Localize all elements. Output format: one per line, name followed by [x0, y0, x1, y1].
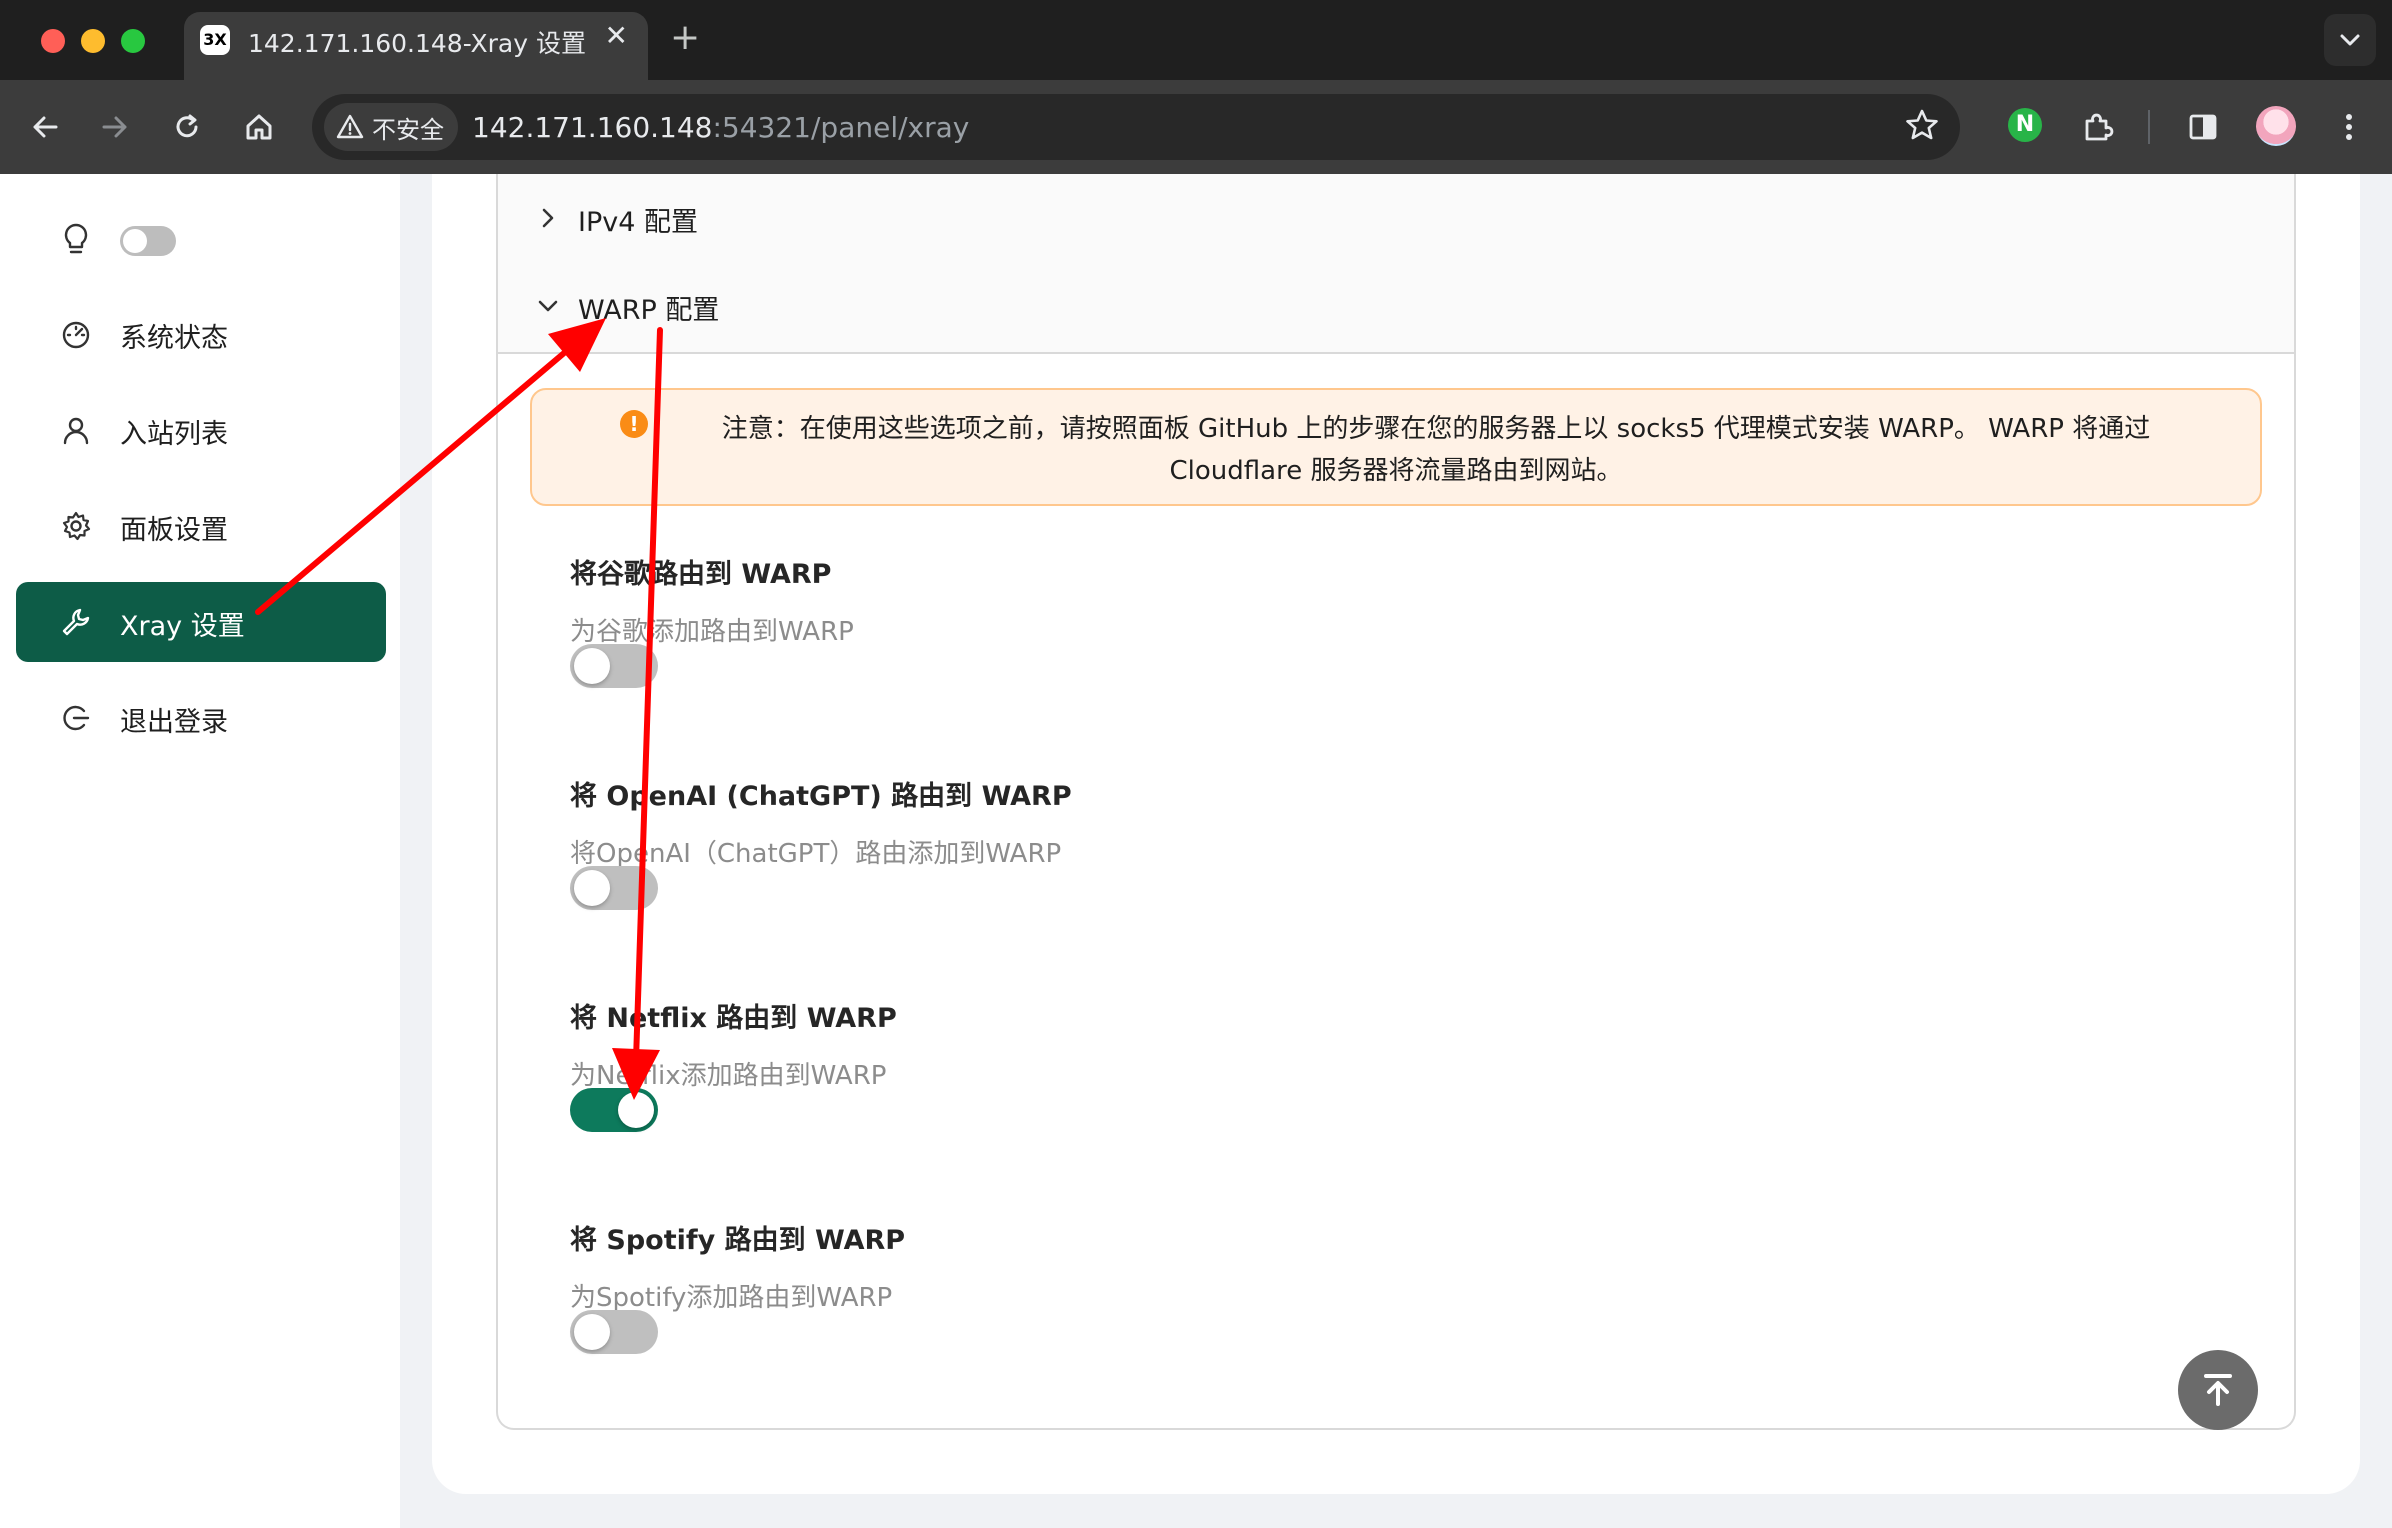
lightbulb-icon: [64, 223, 88, 254]
alert-text-line-2: Cloudflare 服务器将流量路由到网站。: [1169, 456, 1623, 486]
xray-settings-panel: IPv4 配置 WARP 配置 ! 注意：在使用这些选项之前，请按照面板 Git…: [496, 174, 2296, 1430]
sidebar: 系统状态 入站列表 面板设置 Xray 设置 退出登录: [0, 174, 400, 1528]
minimize-window-button[interactable]: [81, 29, 105, 53]
sidebar-item-label: 入站列表: [120, 419, 228, 450]
dark-mode-switch[interactable]: [120, 226, 176, 256]
openai-warp-switch[interactable]: [570, 866, 658, 910]
profile-avatar[interactable]: [2256, 106, 2296, 146]
tab-search-button[interactable]: [2324, 14, 2376, 66]
reload-icon[interactable]: [168, 108, 206, 146]
setting-description: 为Netflix添加路由到WARP: [570, 1061, 887, 1091]
security-label: 不安全: [372, 115, 444, 144]
toolbar-separator: [2148, 110, 2150, 144]
spotify-warp-switch[interactable]: [570, 1310, 658, 1354]
setting-title: 将谷歌路由到 WARP: [570, 559, 832, 590]
chevron-down-icon: [2340, 34, 2360, 46]
sidebar-item-inbounds[interactable]: 入站列表: [16, 390, 386, 470]
setting-google-warp: 将谷歌路由到 WARP 为谷歌添加路由到WARP: [570, 552, 1470, 688]
address-bar[interactable]: 不安全 142.171.160.148:54321/panel/xray: [312, 94, 1960, 160]
chevron-right-icon: [542, 208, 554, 228]
setting-description: 为谷歌添加路由到WARP: [570, 617, 854, 647]
warp-config-label: WARP 配置: [578, 295, 720, 326]
extensions-puzzle-icon[interactable]: [2078, 108, 2116, 146]
url-host: 142.171.160.148: [472, 111, 713, 144]
forward-icon[interactable]: [96, 108, 134, 146]
main-content: IPv4 配置 WARP 配置 ! 注意：在使用这些选项之前，请按照面板 Git…: [432, 174, 2360, 1494]
maximize-window-button[interactable]: [121, 29, 145, 53]
url-text: 142.171.160.148:54321/panel/xray: [472, 111, 969, 144]
setting-title: 将 Netflix 路由到 WARP: [570, 1003, 897, 1034]
extension-n-icon[interactable]: N: [2008, 108, 2042, 142]
setting-title: 将 OpenAI (ChatGPT) 路由到 WARP: [570, 781, 1072, 812]
browser-tab-bar: 3X 142.171.160.148-Xray 设置 ✕ +: [0, 0, 2392, 80]
google-warp-switch[interactable]: [570, 644, 658, 688]
sidebar-item-system-status[interactable]: 系统状态: [16, 294, 386, 374]
tab-title: 142.171.160.148-Xray 设置: [248, 29, 586, 58]
warp-notice-alert: ! 注意：在使用这些选项之前，请按照面板 GitHub 上的步骤在您的服务器上以…: [530, 388, 2262, 506]
switch-knob: [574, 870, 610, 906]
dashboard-icon: [62, 321, 90, 349]
more-menu-icon[interactable]: [2330, 108, 2368, 146]
warning-triangle-icon: [336, 114, 364, 139]
alert-text-line-1: 注意：在使用这些选项之前，请按照面板 GitHub 上的步骤在您的服务器上以 s…: [721, 414, 2151, 444]
sidebar-item-label: 退出登录: [120, 707, 228, 738]
setting-spotify-warp: 将 Spotify 路由到 WARP 为Spotify添加路由到WARP: [570, 1218, 1470, 1354]
arrow-up-to-line-icon: [2204, 1374, 2232, 1406]
chevron-down-icon: [538, 300, 558, 312]
sidebar-item-panel-settings[interactable]: 面板设置: [16, 486, 386, 566]
browser-toolbar: 不安全 142.171.160.148:54321/panel/xray N: [0, 80, 2392, 174]
setting-title: 将 Spotify 路由到 WARP: [570, 1225, 906, 1256]
back-icon[interactable]: [26, 108, 64, 146]
back-to-top-button[interactable]: [2178, 1350, 2258, 1430]
netflix-warp-switch[interactable]: [570, 1088, 658, 1132]
wrench-icon: [62, 608, 90, 636]
bookmark-star-icon[interactable]: [1902, 106, 1942, 146]
setting-description: 将OpenAI（ChatGPT）路由添加到WARP: [570, 839, 1062, 869]
sidebar-item-logout[interactable]: 退出登录: [16, 678, 386, 758]
theme-toggle-row: [16, 214, 386, 274]
sidebar-item-label: Xray 设置: [120, 611, 245, 642]
sidebar-item-xray-settings[interactable]: Xray 设置: [16, 582, 386, 662]
close-window-button[interactable]: [41, 29, 65, 53]
switch-knob: [618, 1092, 654, 1128]
security-indicator[interactable]: 不安全: [324, 103, 458, 151]
setting-openai-warp: 将 OpenAI (ChatGPT) 路由到 WARP 将OpenAI（Chat…: [570, 774, 1470, 910]
warp-config-header[interactable]: WARP 配置: [498, 262, 2294, 354]
user-icon: [63, 417, 89, 445]
ipv4-config-label: IPv4 配置: [578, 207, 698, 238]
side-panel-icon[interactable]: [2184, 108, 2222, 146]
sidebar-item-label: 面板设置: [120, 515, 228, 546]
switch-knob: [574, 1314, 610, 1350]
ipv4-config-header[interactable]: IPv4 配置: [498, 174, 2294, 266]
sidebar-item-label: 系统状态: [120, 323, 228, 354]
setting-netflix-warp: 将 Netflix 路由到 WARP 为Netflix添加路由到WARP: [570, 996, 1470, 1132]
home-icon[interactable]: [240, 108, 278, 146]
gear-icon: [62, 511, 91, 541]
tab-close-icon[interactable]: ✕: [605, 21, 628, 51]
site-favicon-icon: 3X: [200, 25, 230, 55]
url-path: :54321/panel/xray: [712, 111, 970, 144]
new-tab-button[interactable]: +: [670, 18, 700, 58]
setting-description: 为Spotify添加路由到WARP: [570, 1283, 893, 1313]
logout-icon: [63, 705, 90, 731]
switch-knob: [574, 648, 610, 684]
browser-tab[interactable]: 3X 142.171.160.148-Xray 设置 ✕: [184, 12, 648, 80]
